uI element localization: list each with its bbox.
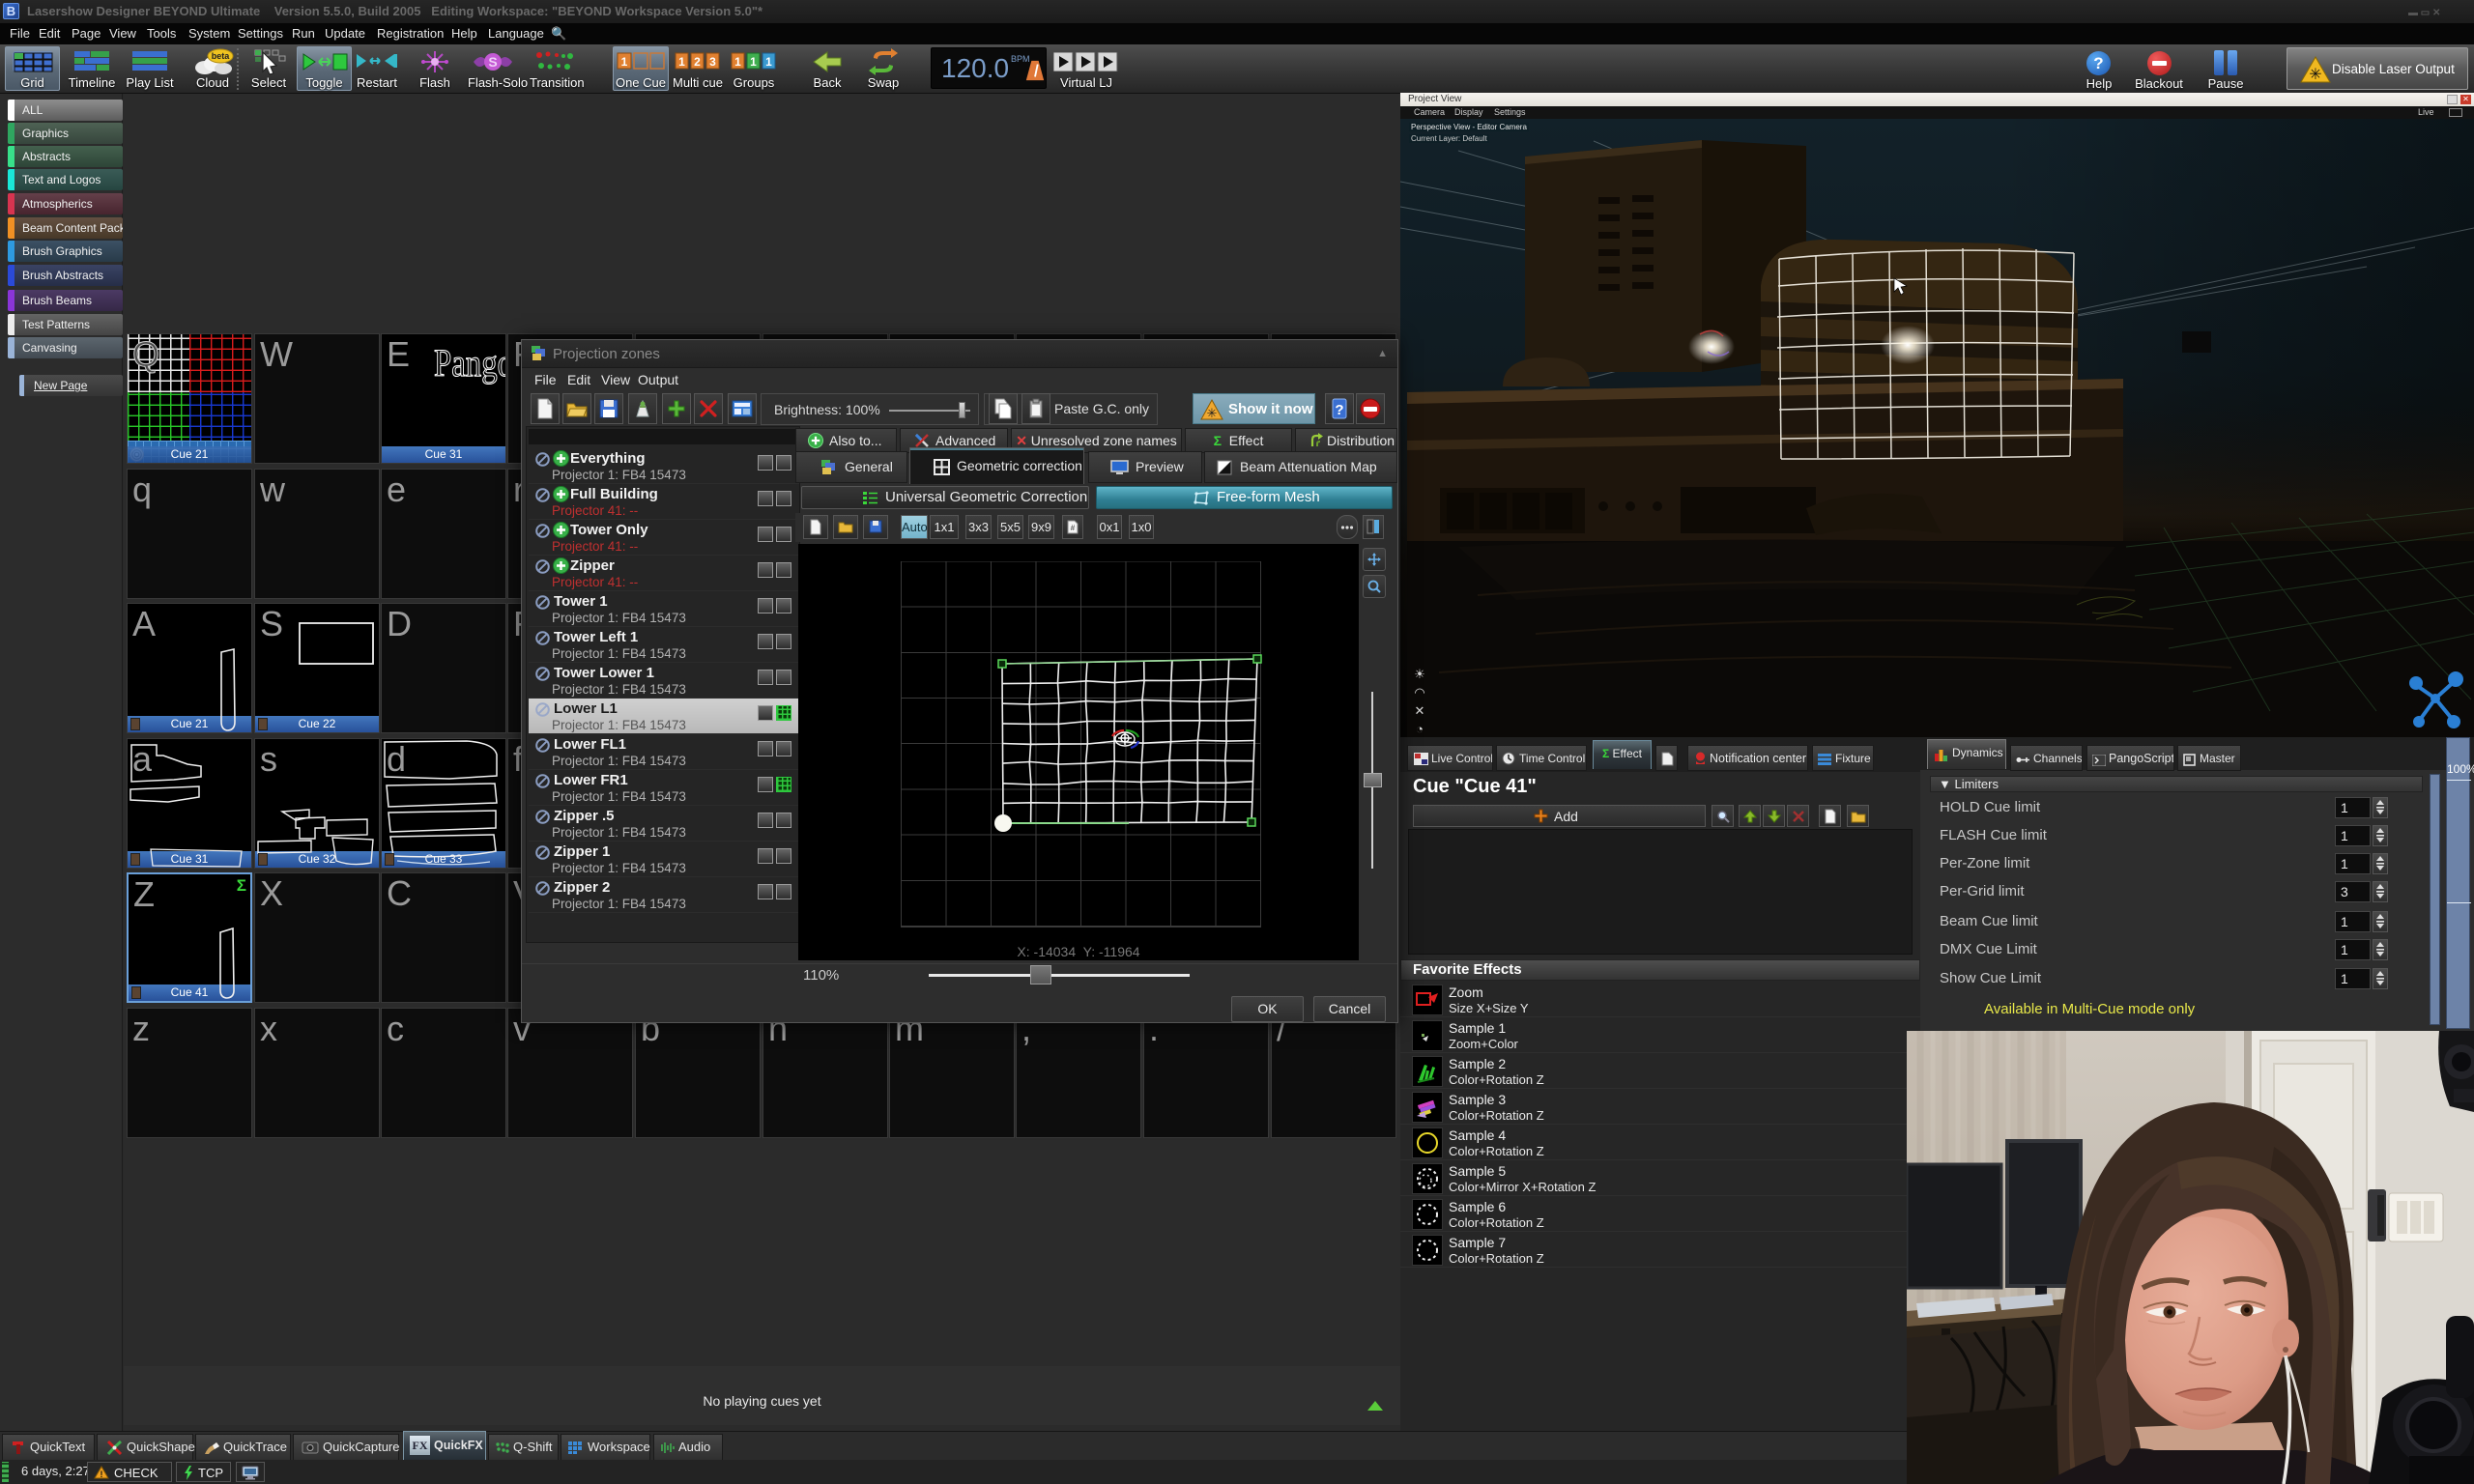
svg-text:3: 3	[709, 55, 716, 69]
svg-text:!: !	[101, 1470, 103, 1479]
svg-text:1: 1	[750, 55, 757, 69]
svg-text:2: 2	[694, 55, 701, 69]
svg-text:1: 1	[678, 55, 685, 69]
svg-text:1: 1	[734, 55, 741, 69]
svg-text:?: ?	[1335, 402, 1343, 418]
svg-text:✳: ✳	[2309, 67, 2321, 83]
svg-text:1: 1	[765, 55, 772, 69]
svg-text:1: 1	[621, 55, 628, 69]
svg-text:S: S	[488, 54, 497, 70]
svg-text:✳: ✳	[1207, 406, 1218, 420]
svg-text:beta: beta	[212, 51, 231, 61]
